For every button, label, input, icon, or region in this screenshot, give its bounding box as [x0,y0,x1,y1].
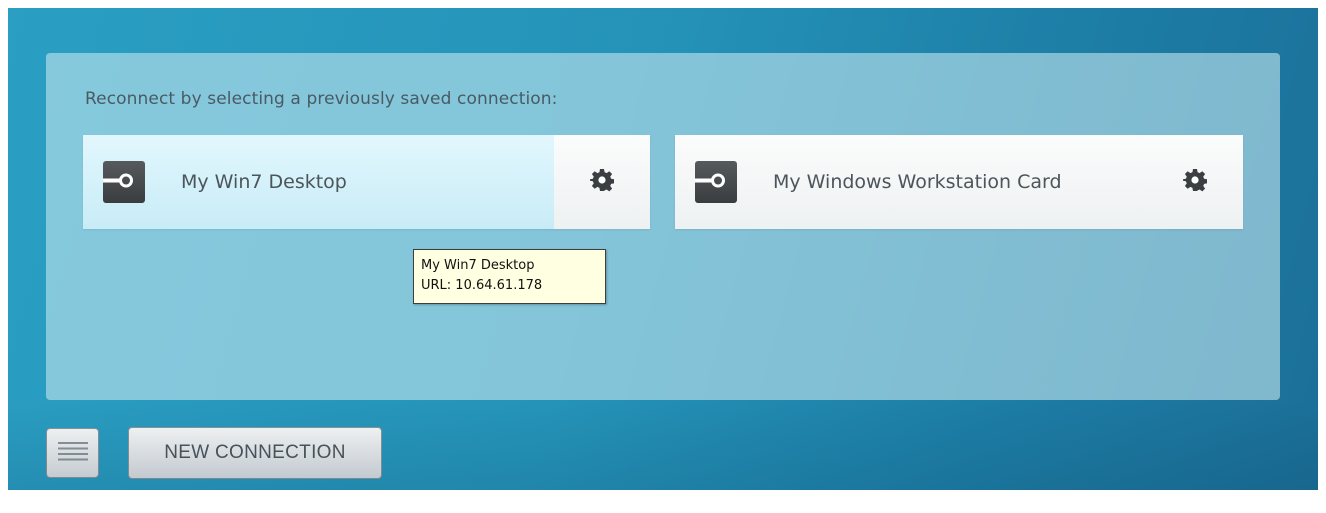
connection-plug-icon [103,161,145,203]
new-connection-button[interactable]: NEW CONNECTION [128,427,382,479]
tooltip-url: URL: 10.64.61.178 [421,278,543,293]
connection-settings-button[interactable] [554,135,650,229]
connection-item-win7-desktop[interactable]: My Win7 Desktop [83,135,554,229]
app-window: Reconnect by selecting a previously save… [8,8,1318,490]
connection-tooltip: My Win7 Desktop URL: 10.64.61.178 [413,249,606,304]
connection-label: My Win7 Desktop [181,171,347,193]
gear-icon [589,168,615,196]
menu-button[interactable] [46,428,99,478]
gear-icon [1182,168,1208,196]
connection-card-win7-desktop: My Win7 Desktop [83,135,650,229]
hamburger-menu-icon [57,441,88,465]
reconnect-prompt: Reconnect by selecting a previously save… [85,89,558,109]
connection-item-windows-workstation[interactable]: My Windows Workstation Card [675,135,1147,229]
connection-plug-icon [695,161,737,203]
saved-connections-panel: Reconnect by selecting a previously save… [46,53,1280,400]
connection-card-windows-workstation: My Windows Workstation Card [675,135,1243,229]
connection-settings-button[interactable] [1147,135,1243,229]
tooltip-title: My Win7 Desktop [421,258,535,273]
connection-label: My Windows Workstation Card [773,171,1062,193]
